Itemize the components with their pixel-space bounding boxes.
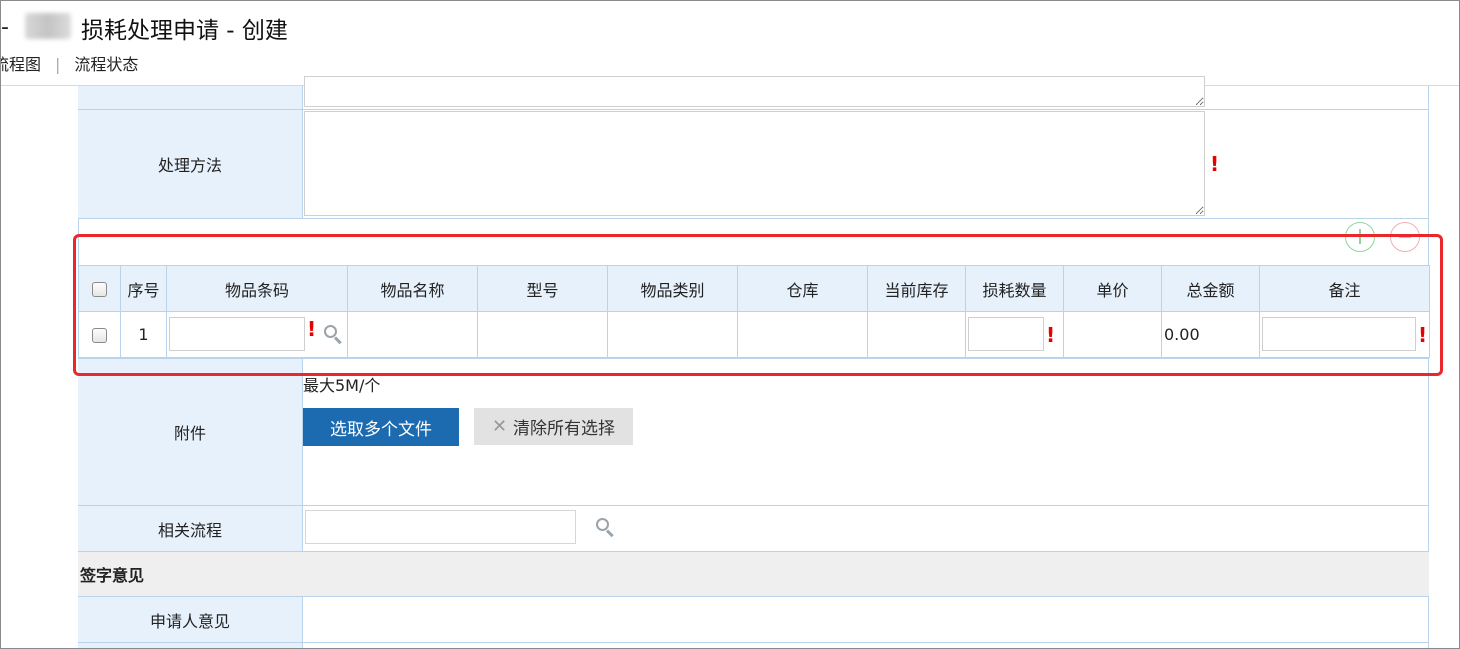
- add-row-icon[interactable]: [1345, 222, 1375, 252]
- remark-input[interactable]: [1262, 317, 1416, 351]
- row-checkbox[interactable]: [92, 328, 107, 343]
- attachment-size-hint: 最大5M/个: [303, 376, 381, 395]
- header-category: 物品类别: [607, 265, 738, 312]
- row-index: 1: [120, 311, 167, 358]
- barcode-cell: !: [166, 311, 348, 358]
- col-divider: [302, 86, 303, 109]
- row-divider: [78, 218, 1429, 219]
- table-row: 1 ! ! 0.00 !: [78, 311, 1430, 358]
- header-unit-price: 单价: [1063, 265, 1162, 312]
- attachment-label: 附件: [78, 359, 302, 505]
- nav-separator: |: [55, 55, 61, 74]
- nav-flow-status[interactable]: 流程状态: [74, 51, 138, 75]
- title-dash: -: [1, 15, 9, 40]
- select-all-checkbox[interactable]: [92, 282, 107, 297]
- previous-field-label: [78, 86, 302, 109]
- row-select-cell[interactable]: [78, 311, 121, 358]
- loss-quantity-input[interactable]: [968, 317, 1044, 351]
- header-loss-quantity: 损耗数量: [965, 265, 1064, 312]
- required-mark: !: [307, 317, 317, 341]
- item-name-cell: [347, 311, 478, 358]
- required-mark: !: [1046, 323, 1056, 347]
- total-amount-cell: 0.00: [1161, 311, 1260, 358]
- page-title: 损耗处理申请 - 创建: [81, 18, 288, 44]
- remove-row-icon[interactable]: [1390, 222, 1420, 252]
- table-header-row: 序号 物品条码 物品名称 型号 物品类别 仓库 当前库存 损耗数量 单价 总金额…: [78, 265, 1430, 312]
- header-current-stock: 当前库存: [867, 265, 966, 312]
- related-process-input[interactable]: [305, 510, 576, 544]
- col-divider: [302, 506, 303, 551]
- close-icon: ✕: [491, 416, 508, 437]
- previous-field-textarea[interactable]: [304, 76, 1205, 107]
- search-icon[interactable]: [324, 325, 342, 345]
- applicant-opinion-label: 申请人意见: [78, 597, 302, 642]
- header-model: 型号: [477, 265, 608, 312]
- remark-cell: !: [1259, 311, 1430, 358]
- header-total-amount: 总金额: [1161, 265, 1260, 312]
- top-nav: 流程图 | 流程状态: [1, 51, 138, 75]
- warehouse-cell: [737, 311, 868, 358]
- search-icon[interactable]: [596, 518, 614, 538]
- header-remark: 备注: [1259, 265, 1430, 312]
- select-files-button[interactable]: 选取多个文件: [303, 408, 459, 446]
- required-mark: !: [1210, 152, 1220, 176]
- blurred-title-prefix: [25, 13, 71, 39]
- header-item-name: 物品名称: [347, 265, 478, 312]
- method-textarea[interactable]: [304, 111, 1205, 216]
- clear-selection-label: 清除所有选择: [513, 419, 616, 439]
- signature-section-header: 签字意见: [78, 552, 1429, 596]
- loss-quantity-cell: !: [965, 311, 1064, 358]
- form-body: 处理方法 ! 序号 物品条码 物品名称 型号 物品类别 仓库 当前库存 损耗数量…: [78, 76, 1430, 648]
- barcode-input[interactable]: [169, 317, 305, 351]
- model-cell: [477, 311, 608, 358]
- clear-selection-button[interactable]: ✕ 清除所有选择: [474, 408, 633, 445]
- header-warehouse: 仓库: [737, 265, 868, 312]
- related-process-label: 相关流程: [78, 506, 302, 551]
- header-barcode: 物品条码: [166, 265, 348, 312]
- header-index: 序号: [120, 265, 167, 312]
- nav-flowchart[interactable]: 流程图: [1, 51, 41, 75]
- window: - 损耗处理申请 - 创建 流程图 | 流程状态 处理方法 !: [0, 0, 1460, 649]
- next-field-label: [78, 643, 302, 648]
- header-select-all[interactable]: [78, 265, 121, 312]
- method-label: 处理方法: [78, 110, 302, 218]
- category-cell: [607, 311, 738, 358]
- loss-items-table: 序号 物品条码 物品名称 型号 物品类别 仓库 当前库存 损耗数量 单价 总金额…: [78, 265, 1430, 358]
- unit-price-cell: [1063, 311, 1162, 358]
- col-divider: [302, 110, 303, 218]
- current-stock-cell: [867, 311, 966, 358]
- required-mark: !: [1418, 323, 1428, 347]
